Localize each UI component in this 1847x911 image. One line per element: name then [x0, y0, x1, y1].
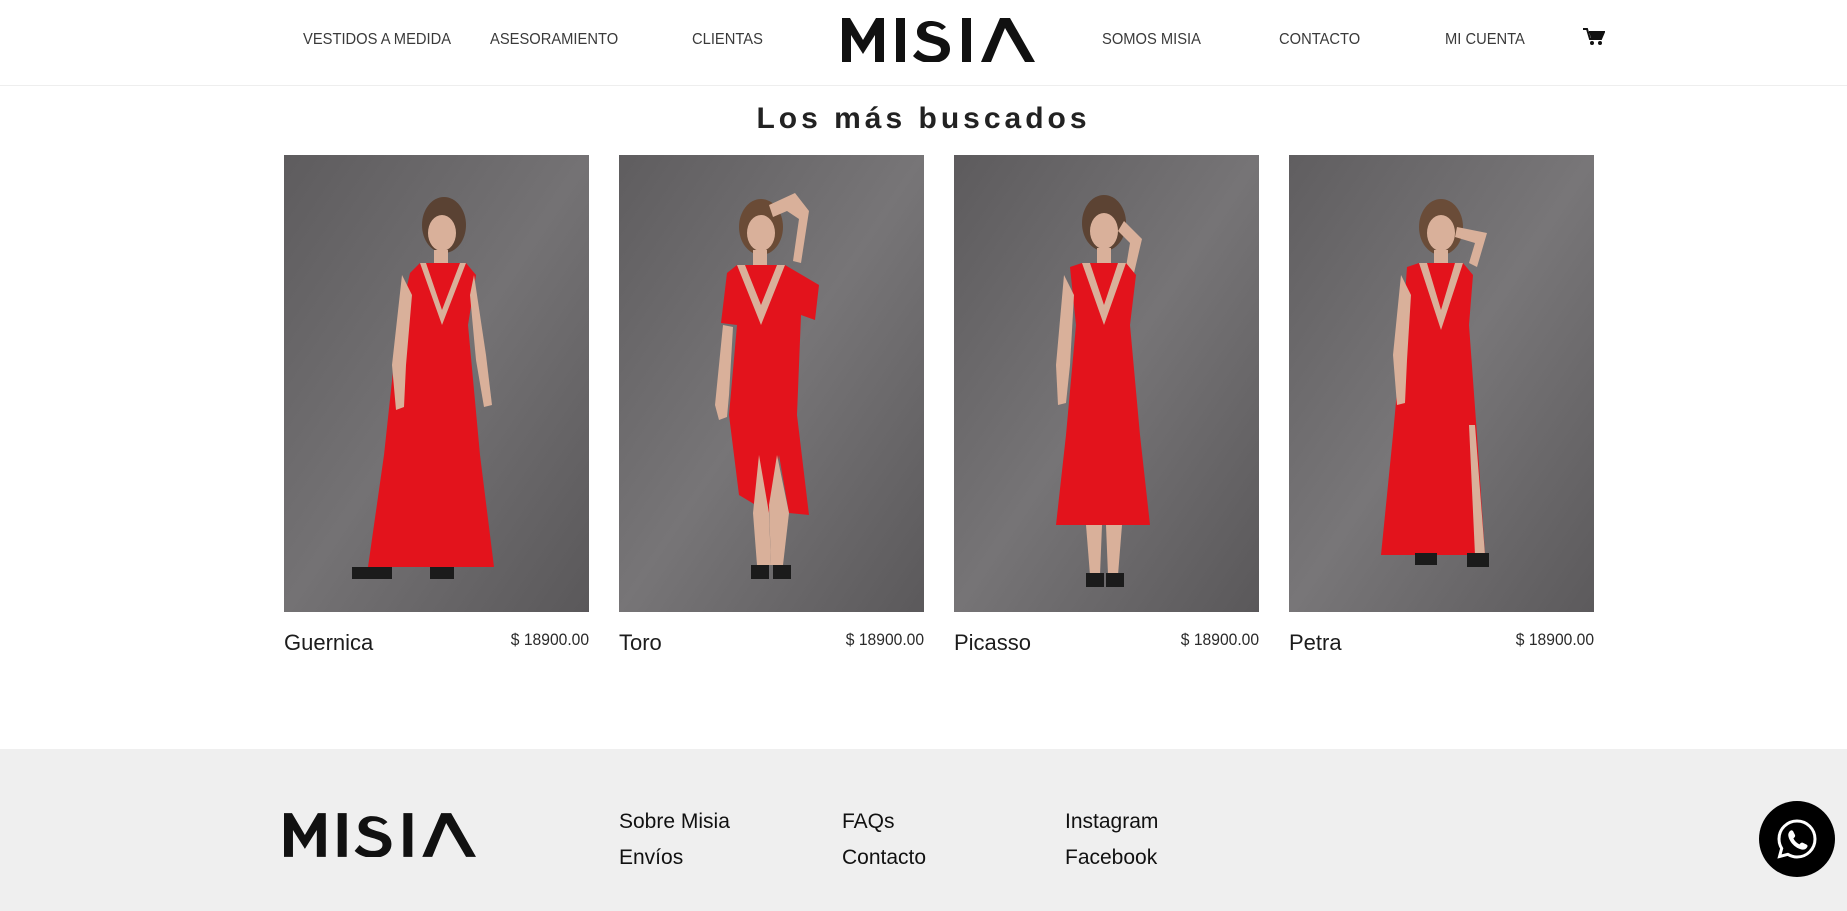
- nav-clientas[interactable]: CLIENTAS: [692, 31, 763, 53]
- footer-link-instagram[interactable]: Instagram: [1065, 810, 1158, 834]
- footer-misia-logo[interactable]: [284, 813, 476, 857]
- footer-link-facebook[interactable]: Facebook: [1065, 846, 1157, 870]
- product-price: $ 18900.00: [510, 630, 589, 649]
- nav-vestidos-a-medida[interactable]: VESTIDOS A MEDIDA: [303, 31, 451, 53]
- footer-link-envios[interactable]: Envíos: [619, 846, 683, 870]
- product-price: $ 18900.00: [845, 630, 924, 649]
- nav-contacto[interactable]: CONTACTO: [1279, 31, 1360, 53]
- site-footer: [0, 749, 1847, 911]
- product-price: $ 18900.00: [1180, 630, 1259, 649]
- product-photo[interactable]: [284, 155, 589, 612]
- nav-asesoramiento[interactable]: ASESORAMIENTO: [490, 31, 618, 53]
- footer-link-sobre-misia[interactable]: Sobre Misia: [619, 810, 730, 834]
- product-photo[interactable]: [619, 155, 924, 612]
- product-card-guernica[interactable]: Guernica $ 18900.00: [284, 155, 589, 655]
- product-card-toro[interactable]: Toro $ 18900.00: [619, 155, 924, 655]
- cart-icon[interactable]: [1583, 27, 1605, 47]
- product-photo[interactable]: [954, 155, 1259, 612]
- product-name[interactable]: Picasso: [954, 630, 1031, 656]
- product-card-picasso[interactable]: Picasso $ 18900.00: [954, 155, 1259, 655]
- product-name[interactable]: Petra: [1289, 630, 1342, 656]
- product-name[interactable]: Toro: [619, 630, 662, 656]
- footer-link-contacto[interactable]: Contacto: [842, 846, 926, 870]
- misia-logo[interactable]: [842, 18, 1035, 62]
- section-title: Los más buscados: [756, 102, 1091, 135]
- whatsapp-icon: [1777, 819, 1817, 859]
- product-photo[interactable]: [1289, 155, 1594, 612]
- product-name[interactable]: Guernica: [284, 630, 373, 656]
- whatsapp-button[interactable]: [1759, 801, 1835, 877]
- footer-link-faqs[interactable]: FAQs: [842, 810, 895, 834]
- product-price: $ 18900.00: [1515, 630, 1594, 649]
- nav-mi-cuenta[interactable]: MI CUENTA: [1445, 31, 1525, 53]
- site-header: VESTIDOS A MEDIDA ASESORAMIENTO CLIENTAS…: [0, 0, 1847, 86]
- product-card-petra[interactable]: Petra $ 18900.00: [1289, 155, 1594, 655]
- nav-somos-misia[interactable]: SOMOS MISIA: [1102, 31, 1201, 53]
